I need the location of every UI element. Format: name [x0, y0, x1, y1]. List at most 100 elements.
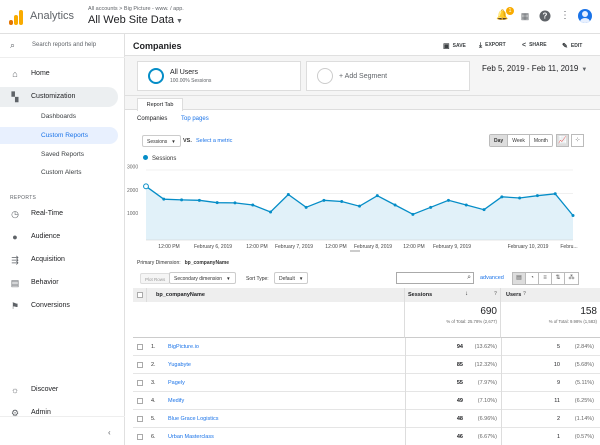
clock-icon: ◷ [11, 209, 19, 219]
analytics-logo[interactable] [8, 9, 24, 25]
sidebar-item-acquisition[interactable]: ⇶ Acquisition [0, 250, 118, 270]
edit-button[interactable]: ✎ EDIT [562, 42, 582, 50]
help-icon[interactable]: ? [539, 10, 551, 22]
secondary-dimension-value: Secondary dimension [174, 276, 223, 282]
row-checkbox[interactable] [137, 344, 143, 350]
sidebar: ⌕ Search reports and help ⌂ Home ▚ Custo… [0, 34, 125, 445]
row-company-link[interactable]: Urban Masterclass [168, 434, 214, 440]
x-tick-label: 12:00 PM [325, 244, 346, 250]
breadcrumb[interactable]: All accounts > Big Picture - www. / app. [88, 6, 184, 12]
apps-grid-icon[interactable]: ▦ [519, 10, 531, 22]
comparison-view-icon[interactable]: ⇅ [552, 273, 565, 284]
row-checkbox[interactable] [137, 398, 143, 404]
sort-type-select[interactable]: Default ▼ [274, 272, 309, 284]
table-header-sessions[interactable]: Sessions ↓ ? [405, 288, 501, 302]
top-bar: Analytics All accounts > Big Picture - w… [0, 0, 600, 34]
sidebar-item-audience[interactable]: ● Audience [0, 227, 118, 247]
select-all-checkbox[interactable] [137, 292, 143, 298]
sidebar-item-admin[interactable]: ⚙ Admin [0, 403, 118, 423]
sidebar-search[interactable]: ⌕ Search reports and help [0, 34, 125, 58]
period-month-button[interactable]: Month [529, 135, 552, 146]
help-circle-icon: ? [523, 291, 527, 297]
sidebar-item-discover[interactable]: ☼ Discover [0, 380, 118, 400]
x-tick-label: February 6, 2019 [194, 244, 232, 250]
primary-dimension-label: Primary Dimension: [137, 260, 181, 266]
sessions-line-chart[interactable]: 3000 2000 1000 12:00 PM February 6, 2019 12:0… [125, 164, 600, 256]
row-company-link[interactable]: Yugabyte [168, 362, 191, 368]
row-company-link[interactable]: Pagely [168, 380, 185, 386]
property-selector[interactable]: All Web Site Data ▼ [88, 14, 183, 26]
sidebar-item-custom-reports[interactable]: Custom Reports [0, 127, 118, 144]
table-header-checkbox-cell [133, 288, 147, 302]
row-checkbox[interactable] [137, 362, 143, 368]
add-segment-button[interactable]: + Add Segment [306, 61, 470, 91]
avatar[interactable] [578, 9, 592, 23]
chart-controls: Sessions ▼ VS. Select a metric Day Week M… [125, 134, 600, 150]
advanced-filter-link[interactable]: advanced [480, 275, 504, 281]
table-search-input[interactable]: ⌕ [396, 272, 474, 284]
vs-label: VS. [183, 138, 192, 144]
share-button[interactable]: < SHARE [522, 42, 547, 49]
row-company-link[interactable]: BigPicture.io [168, 344, 199, 350]
plot-rows-button[interactable]: Plot Rows [140, 273, 171, 284]
performance-view-icon[interactable]: ≡ [539, 273, 552, 284]
main-content: Companies ▣ SAVE ⤓ EXPORT < SHARE ✎ EDIT All… [125, 34, 600, 445]
line-chart-icon[interactable]: 📈 [556, 134, 569, 147]
segment-all-users[interactable]: All Users 100.00% Sessions [137, 61, 301, 91]
sidebar-item-saved-reports[interactable]: Saved Reports [0, 146, 118, 163]
subtab-companies[interactable]: Companies [137, 116, 167, 122]
table-header-dimension[interactable]: bp_companyName [147, 288, 405, 302]
tab-report-tab[interactable]: Report Tab [137, 98, 183, 111]
row-checkbox[interactable] [137, 380, 143, 386]
sort-type-label: Sort Type: [246, 276, 269, 282]
export-button[interactable]: ⤓ EXPORT [479, 42, 506, 50]
sidebar-item-customization[interactable]: ▚ Customization [0, 87, 118, 107]
date-range-picker[interactable]: Feb 5, 2019 - Feb 11, 2019 ▼ [482, 64, 587, 73]
table-view-icon[interactable]: ▤ [513, 273, 526, 284]
row-checkbox[interactable] [137, 434, 143, 440]
select-metric-link[interactable]: Select a metric [196, 138, 232, 144]
row-users-value: 1 [556, 434, 560, 440]
sidebar-item-dashboards[interactable]: Dashboards [0, 108, 118, 125]
more-vert-icon[interactable]: ⋮ [559, 10, 571, 22]
pie-view-icon[interactable]: ◔ [526, 273, 539, 284]
secondary-dimension-select[interactable]: Secondary dimension ▼ [169, 272, 236, 284]
row-sessions-pct: (6.96%) [477, 416, 497, 422]
y-tick-label: 2000 [127, 188, 138, 194]
sidebar-item-home[interactable]: ⌂ Home [0, 64, 118, 84]
y-tick-label: 3000 [127, 165, 138, 171]
caret-down-icon: ▼ [298, 276, 304, 281]
totals-users-cell: 158 % of Total: 9.98% (1,583) [501, 302, 600, 338]
collapse-sidebar-icon[interactable]: ‹ [108, 428, 111, 437]
row-users-value: 11 [554, 398, 560, 404]
table-header-users[interactable]: Users ? [501, 288, 600, 302]
data-point [446, 198, 450, 202]
sidebar-item-behavior[interactable]: ▤ Behavior [0, 273, 118, 293]
subtab-top-pages[interactable]: Top pages [181, 116, 209, 122]
row-checkbox[interactable] [137, 416, 143, 422]
lightbulb-icon: ☼ [10, 385, 20, 395]
term-cloud-view-icon[interactable]: ⁂ [565, 273, 578, 284]
search-input[interactable]: Search reports and help [32, 42, 96, 48]
row-company-link[interactable]: Blue Grace Logistics [168, 416, 218, 422]
svg-text:?: ? [543, 12, 548, 21]
sidebar-item-real-time[interactable]: ◷ Real-Time [0, 204, 118, 224]
segment-circle-empty-icon [317, 68, 333, 84]
header-label: Users [506, 292, 522, 298]
motion-chart-icon[interactable]: ⁘ [571, 134, 584, 147]
metric-select[interactable]: Sessions ▼ [142, 135, 181, 147]
sidebar-item-conversions[interactable]: ⚑ Conversions [0, 296, 118, 316]
report-tabs: Report Tab [125, 96, 600, 111]
period-day-button[interactable]: Day [490, 135, 509, 146]
chart-legend: Sessions [143, 155, 176, 162]
save-button[interactable]: ▣ SAVE [443, 42, 466, 50]
data-point [571, 214, 575, 217]
x-tick-label: February 7, 2019 [275, 244, 313, 250]
row-company-link[interactable]: Medify [168, 398, 184, 404]
totals-sessions-total: (2,677) [483, 319, 497, 324]
segment-circle-icon [148, 68, 164, 84]
x-tick-label: 12:00 PM [246, 244, 267, 250]
sidebar-item-custom-alerts[interactable]: Custom Alerts [0, 164, 118, 181]
period-week-button[interactable]: Week [508, 135, 530, 146]
row-users-value: 9 [556, 380, 560, 386]
